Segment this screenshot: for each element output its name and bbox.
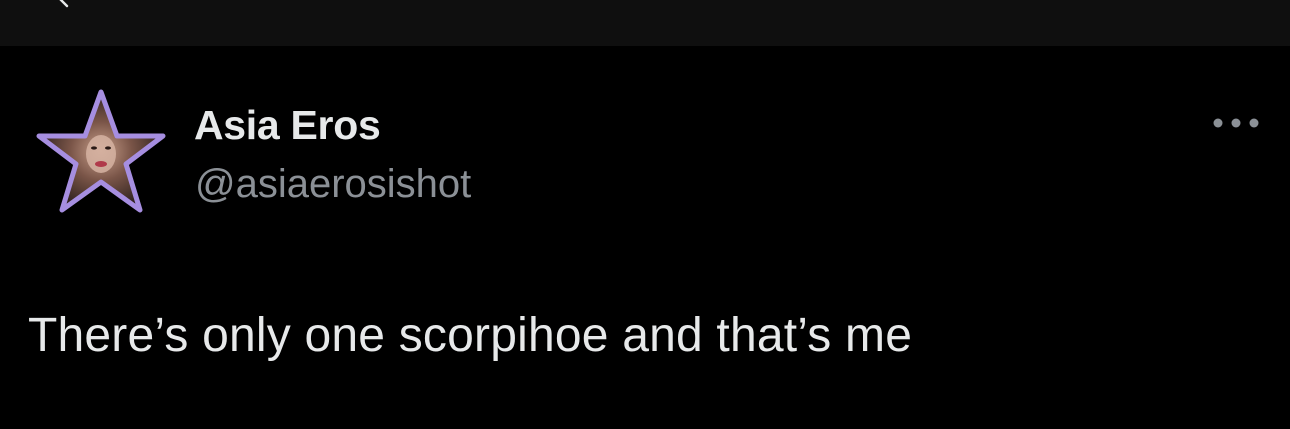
more-options-icon[interactable]	[1208, 108, 1264, 138]
display-name[interactable]: Asia Eros	[194, 102, 381, 149]
back-arrow-icon[interactable]	[52, 0, 76, 10]
tweet-text: There’s only one scorpihoe and that’s me	[28, 309, 913, 362]
top-navigation-bar	[0, 0, 1290, 46]
star-avatar-icon[interactable]	[34, 88, 168, 218]
user-handle[interactable]: @asiaerosishot	[195, 162, 471, 207]
tweet-card: Asia Eros @asiaerosishot There’s only on…	[0, 46, 1290, 429]
